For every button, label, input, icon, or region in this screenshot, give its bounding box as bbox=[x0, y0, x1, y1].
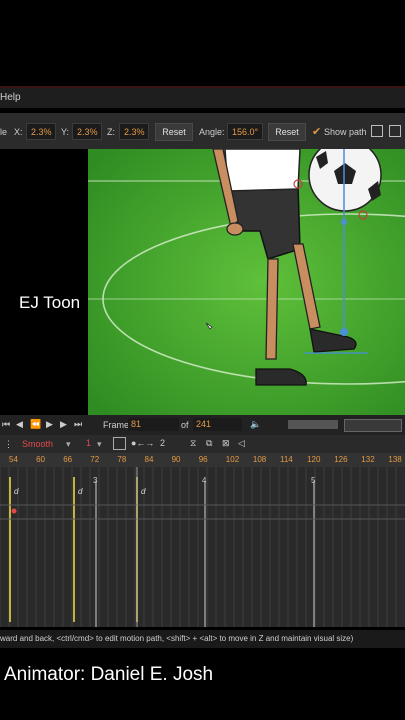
play-icon[interactable]: ▶ bbox=[46, 419, 53, 430]
x-label: X: bbox=[14, 127, 23, 137]
frame-label: Frame bbox=[103, 420, 130, 430]
ruler-tick: 138 bbox=[388, 455, 402, 464]
channel-title: EJ Toon bbox=[19, 293, 81, 312]
ruler-tick: 72 bbox=[90, 455, 100, 464]
path-node bbox=[340, 328, 348, 336]
ruler-tick: 132 bbox=[361, 455, 375, 464]
link-icon[interactable]: ⧉ bbox=[206, 438, 212, 449]
z-label: Z: bbox=[107, 127, 115, 137]
menu-help[interactable]: Help bbox=[0, 92, 21, 103]
ruler-tick: 126 bbox=[334, 455, 348, 464]
stage-canvas[interactable] bbox=[88, 149, 405, 415]
menu-bar: Help bbox=[0, 86, 405, 108]
chevron-down-icon-2: ▾ bbox=[97, 439, 102, 449]
onion-skin-controls[interactable] bbox=[288, 420, 338, 429]
go-to-end-icon[interactable]: ⏭ bbox=[74, 419, 82, 430]
angle-field[interactable]: 156.0° bbox=[227, 123, 263, 140]
section-3: 3 bbox=[93, 476, 98, 485]
ruler-tick: 60 bbox=[36, 455, 45, 464]
tool-options-bar: le X: 2.3% Y: 2.3% Z: 2.3% Reset Angle: … bbox=[0, 113, 405, 149]
show-path-label[interactable]: Show path bbox=[324, 127, 367, 137]
ruler-tick: 78 bbox=[117, 455, 127, 464]
ruler-tick: 102 bbox=[225, 455, 240, 464]
left-panel bbox=[0, 149, 88, 415]
paste-icon[interactable] bbox=[389, 125, 401, 137]
ruler-tick: 84 bbox=[144, 455, 154, 464]
of-label: of bbox=[181, 420, 189, 430]
volume-icon[interactable]: 🔈 bbox=[250, 419, 261, 430]
path-node-2 bbox=[341, 219, 347, 225]
ruler-tick: 90 bbox=[171, 455, 181, 464]
playback-bar: ⏮ ◀ ⏪ ▶ ▶ ⏭ Frame 81 of 241 🔈 bbox=[0, 415, 405, 435]
reset-angle-button[interactable]: Reset bbox=[268, 123, 306, 141]
step-forward-icon[interactable]: ▶ bbox=[60, 419, 67, 430]
delete-key-icon[interactable]: ⊠ bbox=[222, 438, 230, 449]
section-4: 4 bbox=[202, 476, 207, 485]
options-icon[interactable]: ⋮ bbox=[4, 439, 13, 450]
scale-label: le bbox=[0, 127, 8, 137]
ruler-tick: 54 bbox=[9, 455, 18, 464]
animator-credit: Animator: Daniel E. Josh bbox=[4, 664, 214, 685]
ruler-tick: 120 bbox=[307, 455, 321, 464]
z-scale-field[interactable]: 2.3% bbox=[119, 123, 149, 140]
checkmark-icon[interactable]: ✔ bbox=[312, 125, 321, 138]
total-frames-field[interactable]: 241 bbox=[193, 418, 242, 431]
channel-field[interactable]: 1 bbox=[86, 438, 91, 448]
step-icon[interactable]: ●←→ bbox=[131, 438, 154, 448]
shirt bbox=[224, 149, 301, 192]
ruler-tick: 108 bbox=[252, 455, 267, 464]
scene-illustration bbox=[88, 149, 405, 415]
keyframe-step-field[interactable]: 2 bbox=[160, 438, 165, 448]
keyframe-dot bbox=[11, 508, 17, 514]
rewind-icon[interactable]: ⏪ bbox=[30, 419, 41, 430]
y-scale-field[interactable]: 2.3% bbox=[72, 123, 102, 140]
status-text: ward and back, <ctrl/cmd> to edit motion… bbox=[0, 634, 354, 643]
standing-leg bbox=[265, 258, 279, 360]
timeline-grid bbox=[0, 467, 405, 627]
keyframe-label-2: d bbox=[78, 487, 83, 496]
section-5: 5 bbox=[311, 476, 316, 485]
keyframe-label: d bbox=[14, 487, 19, 496]
keyframe-tools[interactable] bbox=[344, 419, 402, 432]
frame-field[interactable]: 81 bbox=[128, 418, 179, 431]
step-back-icon[interactable]: ◀ bbox=[16, 419, 23, 430]
ruler-tick: 96 bbox=[198, 455, 208, 464]
angle-label: Angle: bbox=[199, 127, 225, 137]
status-bar: ward and back, <ctrl/cmd> to edit motion… bbox=[0, 630, 405, 648]
ruler-tick: 114 bbox=[280, 455, 293, 464]
y-label: Y: bbox=[61, 127, 70, 137]
frame-ruler[interactable]: 54 60 66 72 78 84 90 96 102 108 114 120 126 132 138 bbox=[0, 453, 405, 467]
key-toggle-icon[interactable] bbox=[113, 437, 126, 450]
go-to-start-icon[interactable]: ⏮ bbox=[2, 419, 10, 430]
filter-icon[interactable]: ⧖ bbox=[190, 438, 196, 449]
interpolation-bar: ⋮ Smooth ▾ 1 ▾ ●←→ 2 ⧖ ⧉ ⊠ ◁ bbox=[0, 435, 405, 453]
keyframe-label-3: d bbox=[141, 487, 146, 496]
sound-icon[interactable]: ◁ bbox=[238, 438, 245, 449]
reset-scale-button[interactable]: Reset bbox=[155, 123, 193, 141]
copy-icon[interactable] bbox=[371, 125, 383, 137]
timeline-area[interactable]: 3 4 5 d d d bbox=[0, 467, 405, 627]
x-scale-field[interactable]: 2.3% bbox=[26, 123, 56, 140]
hand bbox=[226, 222, 244, 236]
ruler-tick: 66 bbox=[63, 455, 73, 464]
chevron-down-icon: ▾ bbox=[66, 439, 71, 449]
